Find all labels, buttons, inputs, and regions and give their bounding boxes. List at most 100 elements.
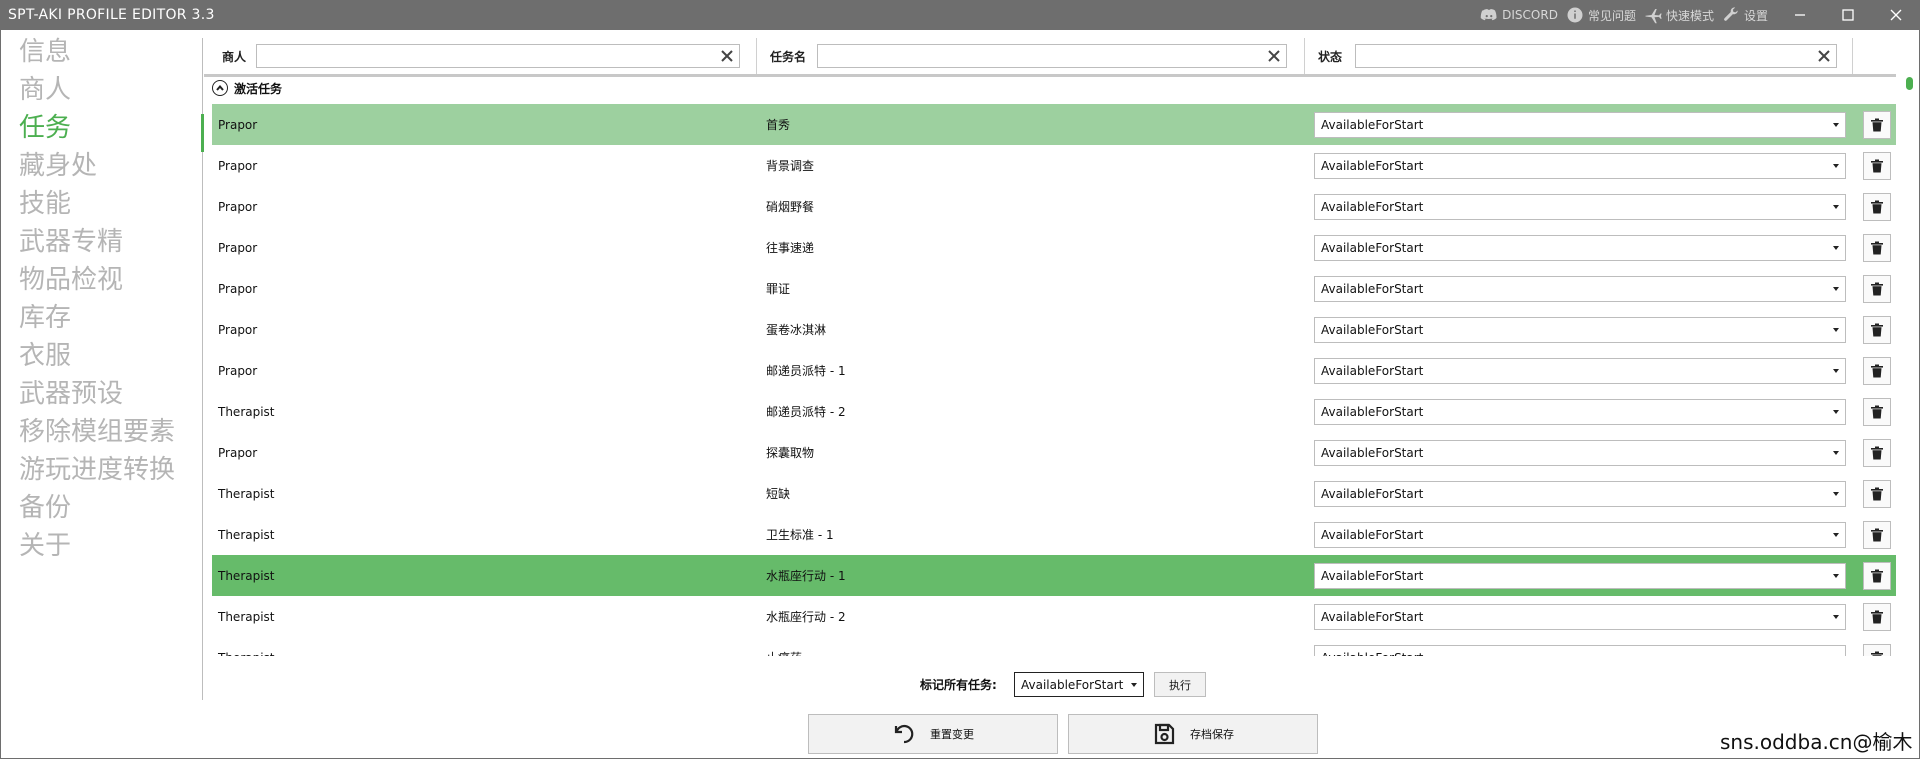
quest-row[interactable]: Therapist 邮递员派特 - 2 AvailableForStart [212,391,1896,432]
sidebar-item-traders[interactable]: 商人 [19,73,71,107]
quest-name: 蛋卷冰淇淋 [766,323,827,337]
quest-status-value: AvailableForStart [1321,158,1424,173]
sidebar-item-hideout[interactable]: 藏身处 [19,149,97,183]
delete-quest-button[interactable] [1863,233,1891,262]
quest-status-select[interactable]: AvailableForStart [1314,275,1846,302]
execute-button[interactable]: 执行 [1154,672,1206,697]
delete-quest-button[interactable] [1863,438,1891,467]
fast-mode-label: 快速模式 [1665,8,1714,23]
minimize-button[interactable] [1776,0,1824,30]
quest-status-select[interactable]: AvailableForStart [1314,480,1846,507]
clear-status-filter-button[interactable] [1816,48,1832,64]
dropdown-arrow-icon [1131,683,1137,687]
sidebar-item-examined-items[interactable]: 物品检视 [19,263,123,297]
quest-row[interactable]: Therapist 卫生标准 - 1 AvailableForStart [212,514,1896,555]
quest-trader: Prapor [218,281,258,296]
quest-name: 止痛药 [766,649,802,656]
quest-name: 水瓶座行动 - 1 [766,569,846,583]
delete-quest-button[interactable] [1863,561,1891,590]
quest-status-select[interactable]: AvailableForStart [1314,316,1846,343]
quest-status-select[interactable]: AvailableForStart [1314,357,1846,384]
status-filter-input[interactable] [1356,45,1836,67]
maximize-button[interactable] [1824,0,1872,30]
sidebar-item-remove-mods[interactable]: 移除模组要素 [19,415,175,449]
quest-row[interactable]: Prapor 硝烟野餐 AvailableForStart [212,186,1896,227]
quest-status-value: AvailableForStart [1321,117,1424,132]
active-nav-indicator [201,114,204,152]
sidebar-item-weapon-mastery[interactable]: 武器专精 [19,225,123,259]
sidebar-item-weapon-presets[interactable]: 武器预设 [19,377,123,411]
quest-row[interactable]: Prapor 探囊取物 AvailableForStart [212,432,1896,473]
delete-quest-button[interactable] [1863,602,1891,631]
mark-all-status-select[interactable]: AvailableForStart [1014,672,1144,697]
quest-name: 邮递员派特 - 1 [766,364,846,378]
quest-row[interactable]: Therapist 短缺 AvailableForStart [212,473,1896,514]
delete-quest-button[interactable] [1863,192,1891,221]
quest-row[interactable]: Prapor 邮递员派特 - 1 AvailableForStart [212,350,1896,391]
quest-status-select[interactable]: AvailableForStart [1314,521,1846,548]
quest-row[interactable]: Prapor 罪证 AvailableForStart [212,268,1896,309]
dropdown-arrow-icon [1833,532,1839,537]
quest-status-select[interactable]: AvailableForStart [1314,603,1846,630]
reset-changes-button[interactable]: 重置变更 [808,714,1058,754]
quest-row[interactable]: Prapor 首秀 AvailableForStart [212,104,1896,145]
quest-row[interactable]: Prapor 往事速递 AvailableForStart [212,227,1896,268]
delete-quest-button[interactable] [1863,356,1891,385]
quest-trader: Therapist [218,568,275,583]
clear-quest-filter-button[interactable] [1266,48,1282,64]
quest-name: 往事速递 [766,241,815,255]
sidebar-item-progress-transfer[interactable]: 游玩进度转换 [19,453,175,487]
delete-quest-button[interactable] [1863,274,1891,303]
quest-row[interactable]: Therapist 止痛药 AvailableForStart [212,637,1896,656]
delete-quest-button[interactable] [1863,315,1891,344]
clear-trader-filter-button[interactable] [719,48,735,64]
delete-quest-button[interactable] [1863,110,1891,139]
sidebar-item-skills[interactable]: 技能 [19,187,71,221]
delete-quest-button[interactable] [1863,151,1891,180]
quest-row[interactable]: Therapist 水瓶座行动 - 1 AvailableForStart [212,555,1896,596]
quest-row[interactable]: Prapor 背景调查 AvailableForStart [212,145,1896,186]
quest-row[interactable]: Therapist 水瓶座行动 - 2 AvailableForStart [212,596,1896,637]
quest-status-select[interactable]: AvailableForStart [1314,439,1846,466]
settings-link[interactable]: 设置 [1722,6,1768,24]
minimize-icon [1795,14,1805,16]
quest-status-select[interactable]: AvailableForStart [1314,234,1846,261]
faq-link[interactable]: 常见问题 [1566,6,1636,24]
trash-icon [1871,323,1883,336]
quest-list[interactable]: Prapor 首秀 AvailableForStart Prapor 背景调查 Avail… [212,104,1896,656]
trash-icon [1871,528,1883,541]
scrollbar-thumb[interactable] [1906,77,1913,90]
sidebar-item-info[interactable]: 信息 [19,35,71,69]
delete-quest-button[interactable] [1863,397,1891,426]
quest-status-select[interactable]: AvailableForStart [1314,644,1846,656]
fast-mode-toggle[interactable]: 快速模式 [1644,6,1714,24]
quest-status-select[interactable]: AvailableForStart [1314,398,1846,425]
delete-quest-button[interactable] [1863,520,1891,549]
quest-filter-input[interactable] [818,45,1286,67]
quest-status-select[interactable]: AvailableForStart [1314,152,1846,179]
active-quests-group-header[interactable]: 激活任务 [212,80,282,96]
quest-row[interactable]: Prapor 蛋卷冰淇淋 AvailableForStart [212,309,1896,350]
close-icon [1890,9,1902,21]
collapse-chevron-icon[interactable] [212,80,228,96]
group-label: 激活任务 [234,81,283,96]
quest-status-select[interactable]: AvailableForStart [1314,193,1846,220]
discord-link[interactable]: DISCORD [1480,6,1558,24]
quest-status-value: AvailableForStart [1321,404,1424,419]
sidebar-item-about[interactable]: 关于 [19,529,71,563]
sidebar-item-clothing[interactable]: 衣服 [19,339,71,373]
mark-all-label: 标记所有任务: [920,678,997,692]
delete-quest-button[interactable] [1863,479,1891,508]
sidebar-item-backups[interactable]: 备份 [19,491,71,525]
sidebar-item-quests[interactable]: 任务 [19,111,71,145]
quest-status-select[interactable]: AvailableForStart [1314,111,1846,138]
delete-quest-button[interactable] [1863,643,1891,656]
sidebar-item-stash[interactable]: 库存 [19,301,71,335]
close-button[interactable] [1872,0,1920,30]
save-profile-button[interactable]: 存档保存 [1068,714,1318,754]
quest-name: 首秀 [766,118,791,132]
quest-status-value: AvailableForStart [1321,568,1424,583]
quest-status-select[interactable]: AvailableForStart [1314,562,1846,589]
trader-filter-input[interactable] [257,45,739,67]
dropdown-arrow-icon [1833,368,1839,373]
